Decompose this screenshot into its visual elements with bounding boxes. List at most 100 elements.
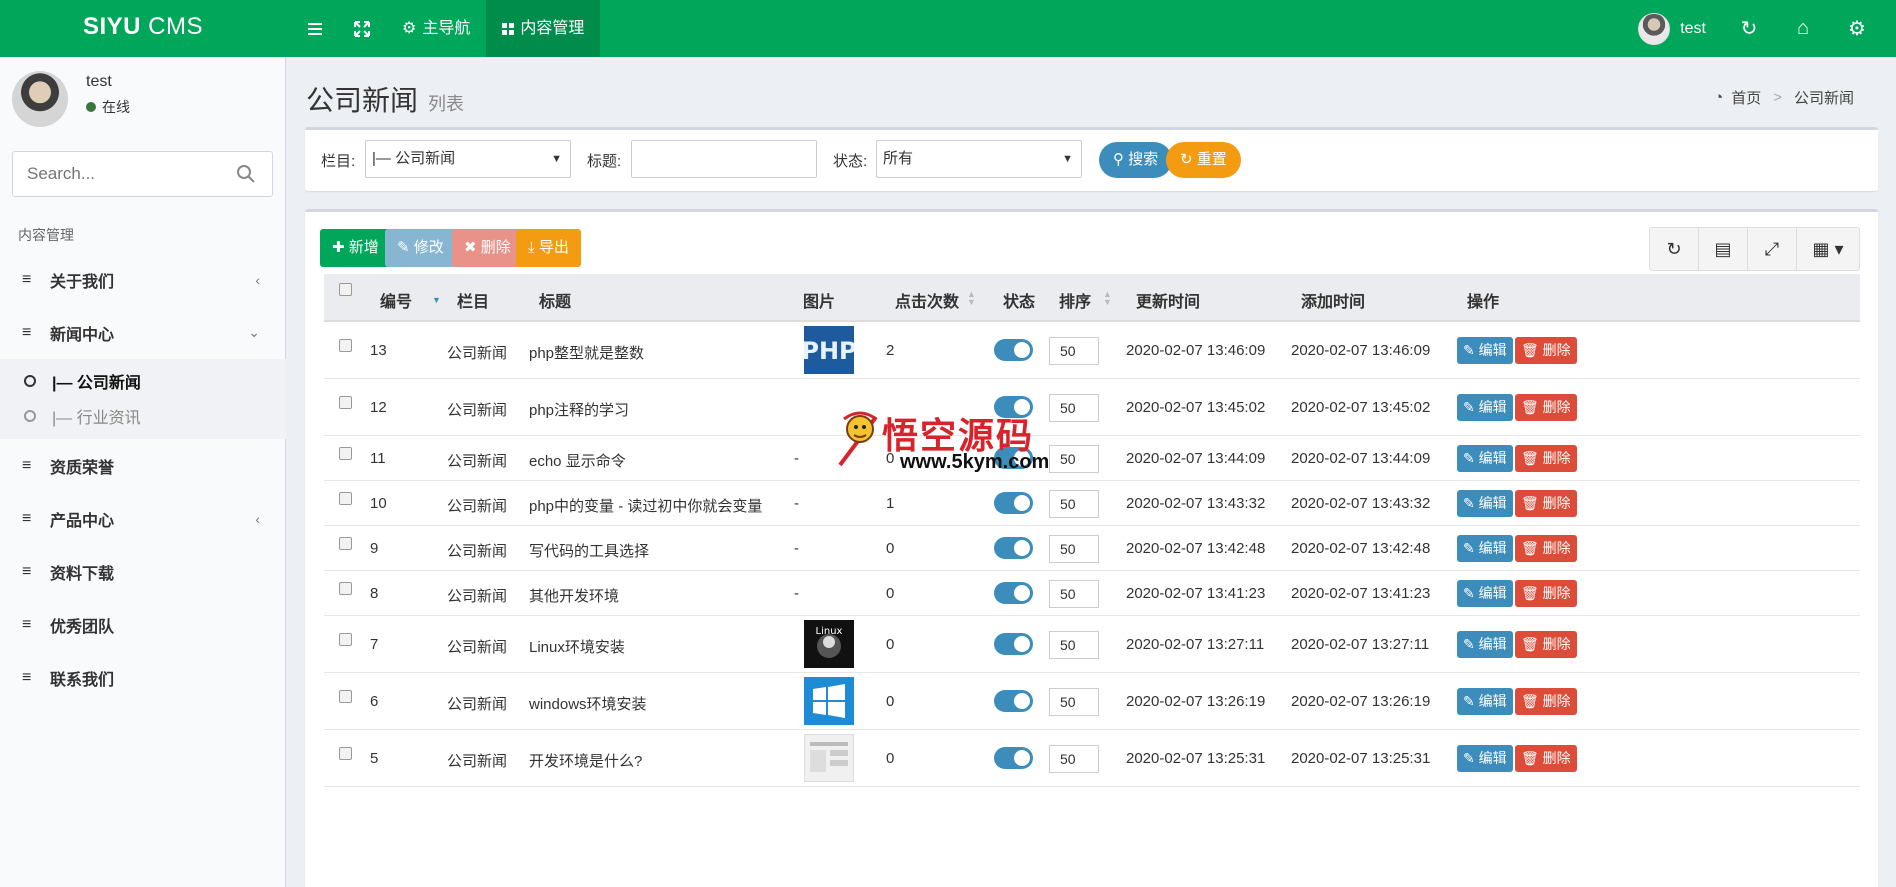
header-sort[interactable]: 排序 <box>1059 288 1091 312</box>
fullscreen-icon[interactable]: ⤢ <box>1748 228 1797 270</box>
row-checkbox[interactable] <box>339 633 352 646</box>
status-toggle[interactable] <box>994 339 1033 361</box>
status-toggle[interactable] <box>994 690 1033 712</box>
search-icon: ⚲ <box>1113 151 1124 168</box>
header-id[interactable]: 编号 <box>380 288 412 312</box>
windows-thumbnail-icon[interactable] <box>804 677 854 725</box>
status-select[interactable]: 所有 ▼ <box>876 140 1082 178</box>
row-delete-button[interactable]: 🗑 删除 <box>1515 745 1577 772</box>
sidebar-toggle-button[interactable] <box>292 0 338 57</box>
cell-id: 9 <box>370 540 379 557</box>
status-toggle[interactable] <box>994 447 1033 469</box>
row-edit-button[interactable]: ✎ 编辑 <box>1457 490 1513 517</box>
home-icon[interactable]: ⌂ <box>1776 17 1830 40</box>
sort-icon: ▲ ▼ <box>1103 289 1112 307</box>
trash-icon: 🗑 <box>1521 693 1539 709</box>
row-edit-button[interactable]: ✎ 编辑 <box>1457 535 1513 562</box>
nav-main-navigation[interactable]: ⚙ 主导航 <box>386 0 486 57</box>
sort-input[interactable]: 50 <box>1049 631 1099 659</box>
sort-input[interactable]: 50 <box>1049 745 1099 773</box>
sort-input[interactable]: 50 <box>1049 445 1099 473</box>
app-logo[interactable]: SIYU CMS <box>0 0 286 57</box>
linux-thumbnail-icon[interactable]: Linux <box>804 620 854 668</box>
row-checkbox[interactable] <box>339 396 352 409</box>
sort-input[interactable]: 50 <box>1049 688 1099 716</box>
row-delete-button[interactable]: 🗑 删除 <box>1515 490 1577 517</box>
row-checkbox[interactable] <box>339 492 352 505</box>
sort-input[interactable]: 50 <box>1049 535 1099 563</box>
cell-clicks: 1 <box>886 495 895 512</box>
row-delete-button[interactable]: 🗑 删除 <box>1515 580 1577 607</box>
sidebar-item-label: 新闻中心 <box>50 326 115 344</box>
column-select[interactable]: |— 公司新闻 ▼ <box>365 140 571 178</box>
select-all-checkbox[interactable] <box>339 283 352 296</box>
php-thumbnail-icon[interactable]: PHP <box>804 326 854 374</box>
refresh-icon[interactable]: ↻ <box>1722 16 1776 41</box>
status-toggle[interactable] <box>994 582 1033 604</box>
row-edit-label: 编辑 <box>1478 693 1507 709</box>
cell-created: 2020-02-07 13:44:09 <box>1291 450 1431 467</box>
sidebar-item-honors[interactable]: ≡ 资质荣誉 <box>0 439 286 492</box>
screenshot-thumbnail-icon[interactable] <box>804 734 854 782</box>
row-delete-button[interactable]: 🗑 删除 <box>1515 337 1577 364</box>
refresh-icon[interactable]: ↻ <box>1650 228 1699 270</box>
reset-button[interactable]: ↻ 重置 <box>1166 142 1241 178</box>
sort-input[interactable]: 50 <box>1049 394 1099 422</box>
status-toggle[interactable] <box>994 747 1033 769</box>
row-checkbox[interactable] <box>339 582 352 595</box>
delete-button[interactable]: ✖ 删除 <box>452 229 523 267</box>
fullscreen-button[interactable] <box>338 0 386 57</box>
row-checkbox[interactable] <box>339 690 352 703</box>
row-edit-button[interactable]: ✎ 编辑 <box>1457 745 1513 772</box>
row-checkbox[interactable] <box>339 339 352 352</box>
sidebar-subitem-company-news[interactable]: |— 公司新闻 <box>0 363 286 398</box>
search-button[interactable]: ⚲ 搜索 <box>1099 142 1173 178</box>
sidebar-item-downloads[interactable]: ≡ 资料下载 <box>0 545 286 598</box>
trash-icon: 🗑 <box>1521 636 1539 652</box>
row-edit-button[interactable]: ✎ 编辑 <box>1457 688 1513 715</box>
user-menu[interactable]: test <box>1622 12 1722 45</box>
status-toggle[interactable] <box>994 537 1033 559</box>
header-clicks[interactable]: 点击次数 <box>895 288 959 312</box>
row-edit-button[interactable]: ✎ 编辑 <box>1457 580 1513 607</box>
breadcrumb-home[interactable]: 首页 <box>1731 87 1761 108</box>
row-edit-label: 编辑 <box>1478 450 1507 466</box>
add-button[interactable]: ✚ 新增 <box>320 229 391 267</box>
row-delete-button[interactable]: 🗑 删除 <box>1515 688 1577 715</box>
search-input[interactable] <box>13 152 213 196</box>
sidebar-item-contact[interactable]: ≡ 联系我们 <box>0 651 286 704</box>
sidebar-item-team[interactable]: ≡ 优秀团队 <box>0 598 286 651</box>
sidebar-item-products[interactable]: ≡ 产品中心 ‹ <box>0 492 286 545</box>
row-edit-button[interactable]: ✎ 编辑 <box>1457 394 1513 421</box>
sidebar-subitem-industry-news[interactable]: |— 行业资讯 <box>0 398 286 433</box>
row-delete-button[interactable]: 🗑 删除 <box>1515 445 1577 472</box>
columns-icon[interactable]: ▦ ▾ <box>1797 228 1859 270</box>
status-toggle[interactable] <box>994 492 1033 514</box>
row-checkbox[interactable] <box>339 537 352 550</box>
row-checkbox[interactable] <box>339 747 352 760</box>
search-icon[interactable] <box>236 164 256 184</box>
row-delete-button[interactable]: 🗑 删除 <box>1515 394 1577 421</box>
sort-desc-icon: ▼ <box>432 295 441 305</box>
row-checkbox[interactable] <box>339 447 352 460</box>
list-view-icon[interactable]: ▤ <box>1699 228 1748 270</box>
sort-input[interactable]: 50 <box>1049 580 1099 608</box>
edit-button[interactable]: ✎ 修改 <box>385 229 456 267</box>
sidebar-item-about[interactable]: ≡ 关于我们 ‹ <box>0 253 286 306</box>
row-edit-button[interactable]: ✎ 编辑 <box>1457 337 1513 364</box>
cell-updated: 2020-02-07 13:26:19 <box>1126 693 1266 710</box>
row-delete-button[interactable]: 🗑 删除 <box>1515 631 1577 658</box>
nav-content-management[interactable]: 内容管理 <box>486 0 601 57</box>
sort-input[interactable]: 50 <box>1049 337 1099 365</box>
table-row: 6 公司新闻 windows环境安装 0 50 2020-02-07 13:26… <box>324 673 1860 730</box>
sort-input[interactable]: 50 <box>1049 490 1099 518</box>
row-edit-button[interactable]: ✎ 编辑 <box>1457 631 1513 658</box>
cogs-icon[interactable]: ⚙ <box>1830 16 1884 41</box>
row-delete-button[interactable]: 🗑 删除 <box>1515 535 1577 562</box>
status-toggle[interactable] <box>994 633 1033 655</box>
row-edit-button[interactable]: ✎ 编辑 <box>1457 445 1513 472</box>
status-toggle[interactable] <box>994 396 1033 418</box>
sidebar-item-news[interactable]: ≡ 新闻中心 ⌄ <box>0 306 286 359</box>
export-button[interactable]: ⤓ 导出 <box>516 229 581 267</box>
title-input[interactable] <box>631 140 817 178</box>
